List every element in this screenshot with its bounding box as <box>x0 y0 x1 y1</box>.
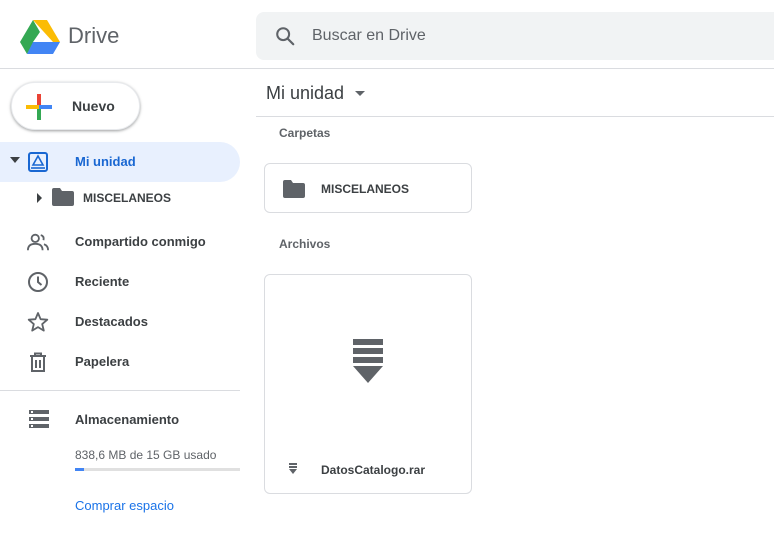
storage-usage-fill <box>75 468 85 471</box>
storage-usage-text: 838,6 MB de 15 GB usado <box>75 448 217 462</box>
trash-icon <box>30 352 46 372</box>
storage-usage-bar <box>75 468 240 471</box>
title-dropdown-icon[interactable] <box>355 91 365 96</box>
sidebar-divider <box>0 390 240 391</box>
sidebar-item-recent[interactable]: Reciente <box>0 262 240 302</box>
sidebar-item-label: Reciente <box>75 274 130 289</box>
folder-card[interactable]: MISCELANEOS <box>264 163 472 213</box>
header: Drive <box>0 0 774 69</box>
page-title[interactable]: Mi unidad <box>266 83 344 104</box>
folder-icon <box>283 180 305 198</box>
people-icon <box>27 233 49 251</box>
archive-icon <box>289 463 297 474</box>
files-section-label: Archivos <box>279 237 331 251</box>
drive-logo-icon[interactable] <box>20 18 60 54</box>
storage-icon <box>29 410 49 428</box>
storage-label[interactable]: Almacenamiento <box>75 412 179 427</box>
sidebar-subfolder-miscelaneos[interactable]: MISCELANEOS <box>83 191 171 205</box>
folder-icon <box>52 188 74 206</box>
new-button-label: Nuevo <box>72 98 115 114</box>
search-input[interactable] <box>312 24 612 48</box>
expand-subfolder-icon[interactable] <box>37 193 42 203</box>
file-name: DatosCatalogo.rar <box>321 463 426 477</box>
sidebar-item-label: Destacados <box>75 314 148 329</box>
sidebar-item-starred[interactable]: Destacados <box>0 302 240 342</box>
sidebar-item-label: Compartido conmigo <box>75 234 206 249</box>
archive-icon <box>353 339 383 383</box>
star-icon <box>27 312 49 332</box>
search-icon[interactable] <box>274 25 296 47</box>
new-button[interactable]: Nuevo <box>11 82 140 130</box>
sidebar-item-label: Mi unidad <box>75 154 136 169</box>
clock-icon <box>28 272 48 292</box>
sidebar-item-my-drive[interactable]: Mi unidad <box>0 142 240 182</box>
sidebar-item-trash[interactable]: Papelera <box>0 342 240 382</box>
sidebar-item-shared[interactable]: Compartido conmigo <box>0 222 240 262</box>
buy-storage-link[interactable]: Comprar espacio <box>75 498 174 513</box>
folder-card-label: MISCELANEOS <box>321 182 410 196</box>
folders-section-label: Carpetas <box>279 126 331 140</box>
sidebar-item-label: Papelera <box>75 354 130 369</box>
plus-icon <box>26 94 52 120</box>
my-drive-icon <box>28 152 48 172</box>
file-card[interactable]: DatosCatalogo.rar <box>264 274 472 494</box>
drive-app: Drive Nuevo Mi unidad MISCELANE <box>0 0 774 557</box>
search-bar[interactable] <box>256 12 774 60</box>
main-divider <box>256 116 774 117</box>
brand-title: Drive <box>68 23 120 48</box>
expand-caret-icon[interactable] <box>10 157 20 163</box>
